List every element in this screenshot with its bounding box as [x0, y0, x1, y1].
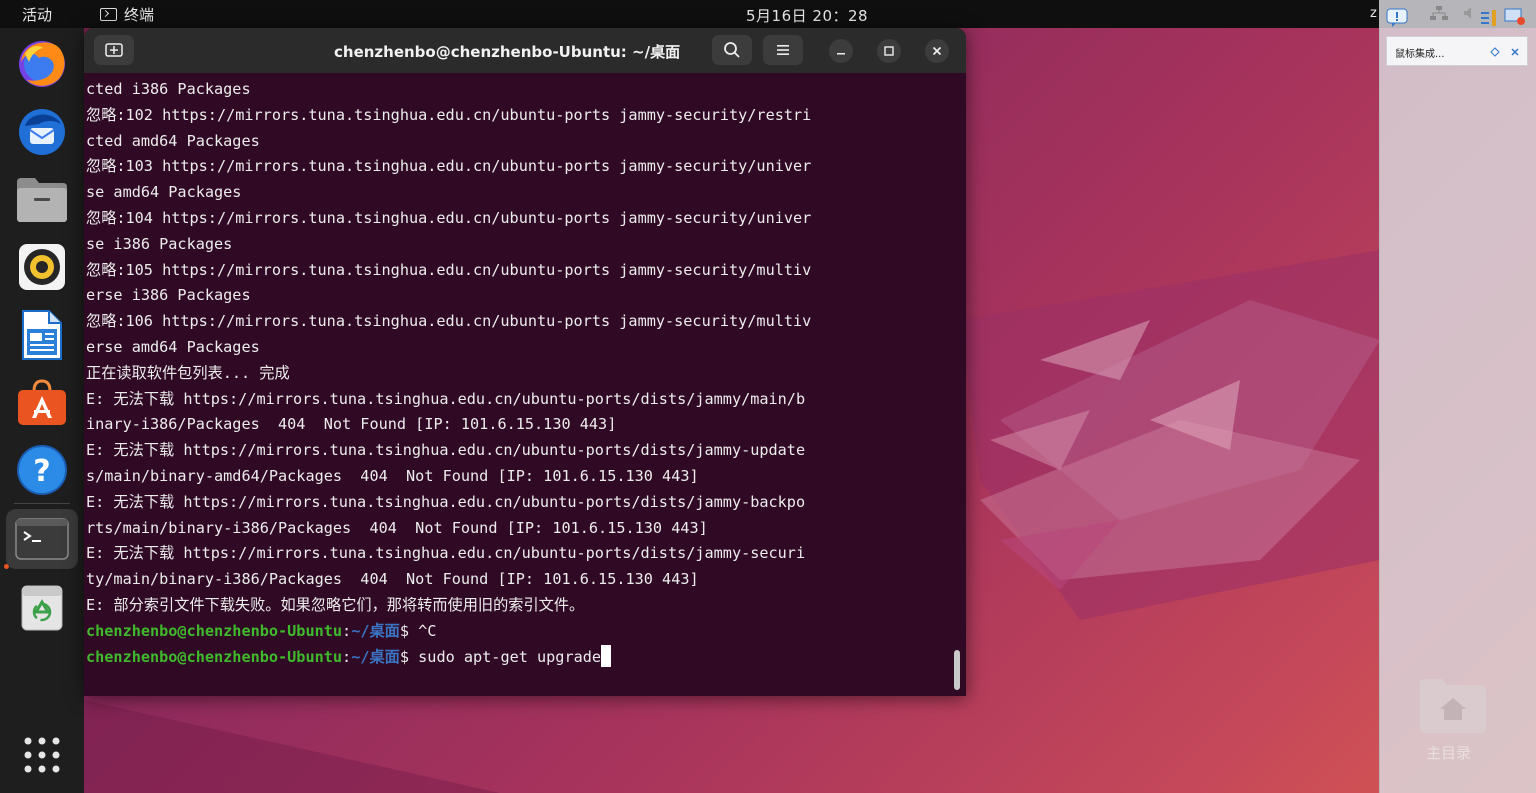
dock-item-trash[interactable] — [12, 577, 72, 637]
prompt-user: chenzhenbo@chenzhenbo-Ubuntu — [86, 647, 343, 666]
terminal-line: E: 无法下载 https://mirrors.tuna.tsinghua.ed… — [86, 492, 806, 511]
minimize-icon — [837, 53, 845, 55]
app-menu[interactable]: 终端 — [100, 4, 154, 25]
dock-item-writer[interactable] — [12, 305, 72, 365]
terminal-line: cted i386 Packages — [86, 80, 251, 98]
prompt-path: ~/桌面 — [351, 621, 400, 640]
software-icon — [18, 379, 66, 425]
prompt-symbol: $ — [399, 621, 419, 640]
thunderbird-icon — [19, 109, 65, 155]
terminal-line: E: 部分索引文件下载失败。如果忽略它们，那将转而使用旧的索引文件。 — [86, 595, 585, 614]
terminal-small-icon — [100, 8, 117, 21]
app-menu-label: 终端 — [124, 6, 155, 24]
minimize-button[interactable] — [829, 39, 853, 63]
notification-action-icon[interactable] — [1490, 47, 1500, 57]
prompt-separator: : — [342, 621, 352, 640]
dock-item-firefox[interactable] — [12, 33, 72, 93]
firefox-icon — [19, 41, 65, 87]
terminal-window[interactable]: chenzhenbo@chenzhenbo-Ubuntu: ~/桌面 cted … — [84, 28, 966, 696]
dock-item-software[interactable] — [12, 373, 72, 433]
search-button[interactable] — [712, 35, 752, 65]
terminal-output[interactable]: cted i386 Packages 忽略:102 https://mirrors… — [86, 77, 956, 692]
topbar-indicator-fragment: z — [1370, 6, 1377, 21]
network-icon[interactable] — [1429, 5, 1449, 21]
dock-item-thunderbird[interactable] — [12, 101, 72, 161]
help-icon: ? — [17, 445, 67, 495]
app-grid-icon — [24, 737, 60, 773]
trash-icon — [21, 585, 63, 631]
terminal-line: inary-i386/Packages 404 Not Found [IP: 1… — [86, 415, 617, 434]
terminal-line: erse i386 Packages — [86, 286, 251, 305]
prompt-user: chenzhenbo@chenzhenbo-Ubuntu — [86, 621, 343, 640]
prompt-line-previous: chenzhenbo@chenzhenbo-Ubuntu:~/桌面$ ^C — [86, 619, 956, 645]
clock[interactable]: 5月16日 20：28 — [746, 5, 868, 26]
window-title: chenzhenbo@chenzhenbo-Ubuntu: ~/桌面 — [334, 43, 681, 61]
home-folder-label[interactable]: 主目录 — [1426, 742, 1471, 763]
terminal-line: 忽略:105 https://mirrors.tuna.tsinghua.edu… — [86, 260, 812, 279]
prompt-separator: : — [342, 647, 352, 666]
terminal-line: E: 无法下载 https://mirrors.tuna.tsinghua.ed… — [86, 441, 806, 460]
dock-item-files[interactable] — [12, 169, 72, 229]
side-panel: 鼠标集成... — [1379, 0, 1536, 793]
dock-item-terminal[interactable] — [6, 509, 78, 569]
dock: ? — [0, 28, 84, 793]
terminal-line: 正在读取软件包列表... 完成 — [86, 363, 290, 382]
text-cursor — [601, 644, 612, 667]
terminal-line: se i386 Packages — [86, 234, 233, 253]
home-folder-icon[interactable] — [1418, 676, 1488, 734]
info-bubble-icon[interactable] — [1386, 8, 1408, 28]
sync-icon[interactable] — [1480, 9, 1498, 27]
terminal-line: 忽略:104 https://mirrors.tuna.tsinghua.edu… — [86, 208, 812, 227]
terminal-icon — [15, 518, 69, 560]
terminal-line: E: 无法下载 https://mirrors.tuna.tsinghua.ed… — [86, 544, 806, 563]
new-tab-icon — [105, 43, 123, 57]
hamburger-menu-icon — [777, 45, 789, 55]
terminal-line: ty/main/binary-i386/Packages 404 Not Fou… — [86, 570, 699, 589]
menu-button[interactable] — [763, 35, 803, 65]
prompt-path: ~/桌面 — [351, 647, 400, 666]
dock-item-rhythmbox[interactable] — [12, 237, 72, 297]
terminal-line: rts/main/binary-i386/Packages 404 Not Fo… — [86, 518, 708, 537]
terminal-line: 忽略:103 https://mirrors.tuna.tsinghua.edu… — [86, 157, 812, 176]
search-icon — [724, 42, 740, 58]
terminal-header-bar[interactable]: chenzhenbo@chenzhenbo-Ubuntu: ~/桌面 — [84, 28, 966, 73]
close-button[interactable] — [925, 39, 949, 63]
close-icon — [932, 46, 942, 56]
top-bar: 活动 终端 5月16日 20：28 z — [0, 0, 1536, 28]
scrollbar-thumb[interactable] — [954, 650, 960, 690]
prompt-line-current[interactable]: chenzhenbo@chenzhenbo-Ubuntu:~/桌面$ sudo … — [86, 644, 956, 671]
notification-item[interactable]: 鼠标集成... — [1386, 36, 1528, 66]
activities-button[interactable]: 活动 — [22, 4, 52, 25]
terminal-line: 忽略:102 https://mirrors.tuna.tsinghua.edu… — [86, 105, 812, 124]
terminal-line: erse amd64 Packages — [86, 337, 260, 356]
terminal-line: cted amd64 Packages — [86, 131, 260, 150]
maximize-button[interactable] — [877, 39, 901, 63]
dock-separator — [14, 503, 70, 504]
display-icon[interactable] — [1504, 8, 1526, 26]
dock-item-help[interactable]: ? — [12, 440, 72, 500]
notification-text: 鼠标集成... — [1395, 49, 1445, 60]
maximize-icon — [884, 46, 894, 56]
rhythmbox-icon — [19, 244, 65, 290]
prompt-symbol: $ — [399, 647, 419, 666]
files-icon — [17, 178, 67, 222]
notification-close-icon[interactable] — [1510, 47, 1520, 57]
volume-icon[interactable] — [1463, 6, 1477, 20]
svg-text:?: ? — [33, 454, 50, 489]
terminal-line: E: 无法下载 https://mirrors.tuna.tsinghua.ed… — [86, 389, 806, 408]
command-input[interactable]: sudo apt-get upgrade — [418, 648, 601, 666]
new-tab-button[interactable] — [94, 35, 134, 65]
show-apps-button[interactable] — [12, 725, 72, 785]
previous-command: ^C — [418, 621, 437, 640]
terminal-line: 忽略:106 https://mirrors.tuna.tsinghua.edu… — [86, 312, 812, 331]
terminal-line: se amd64 Packages — [86, 183, 242, 202]
writer-icon — [22, 310, 62, 360]
terminal-line: s/main/binary-amd64/Packages 404 Not Fou… — [86, 466, 699, 485]
